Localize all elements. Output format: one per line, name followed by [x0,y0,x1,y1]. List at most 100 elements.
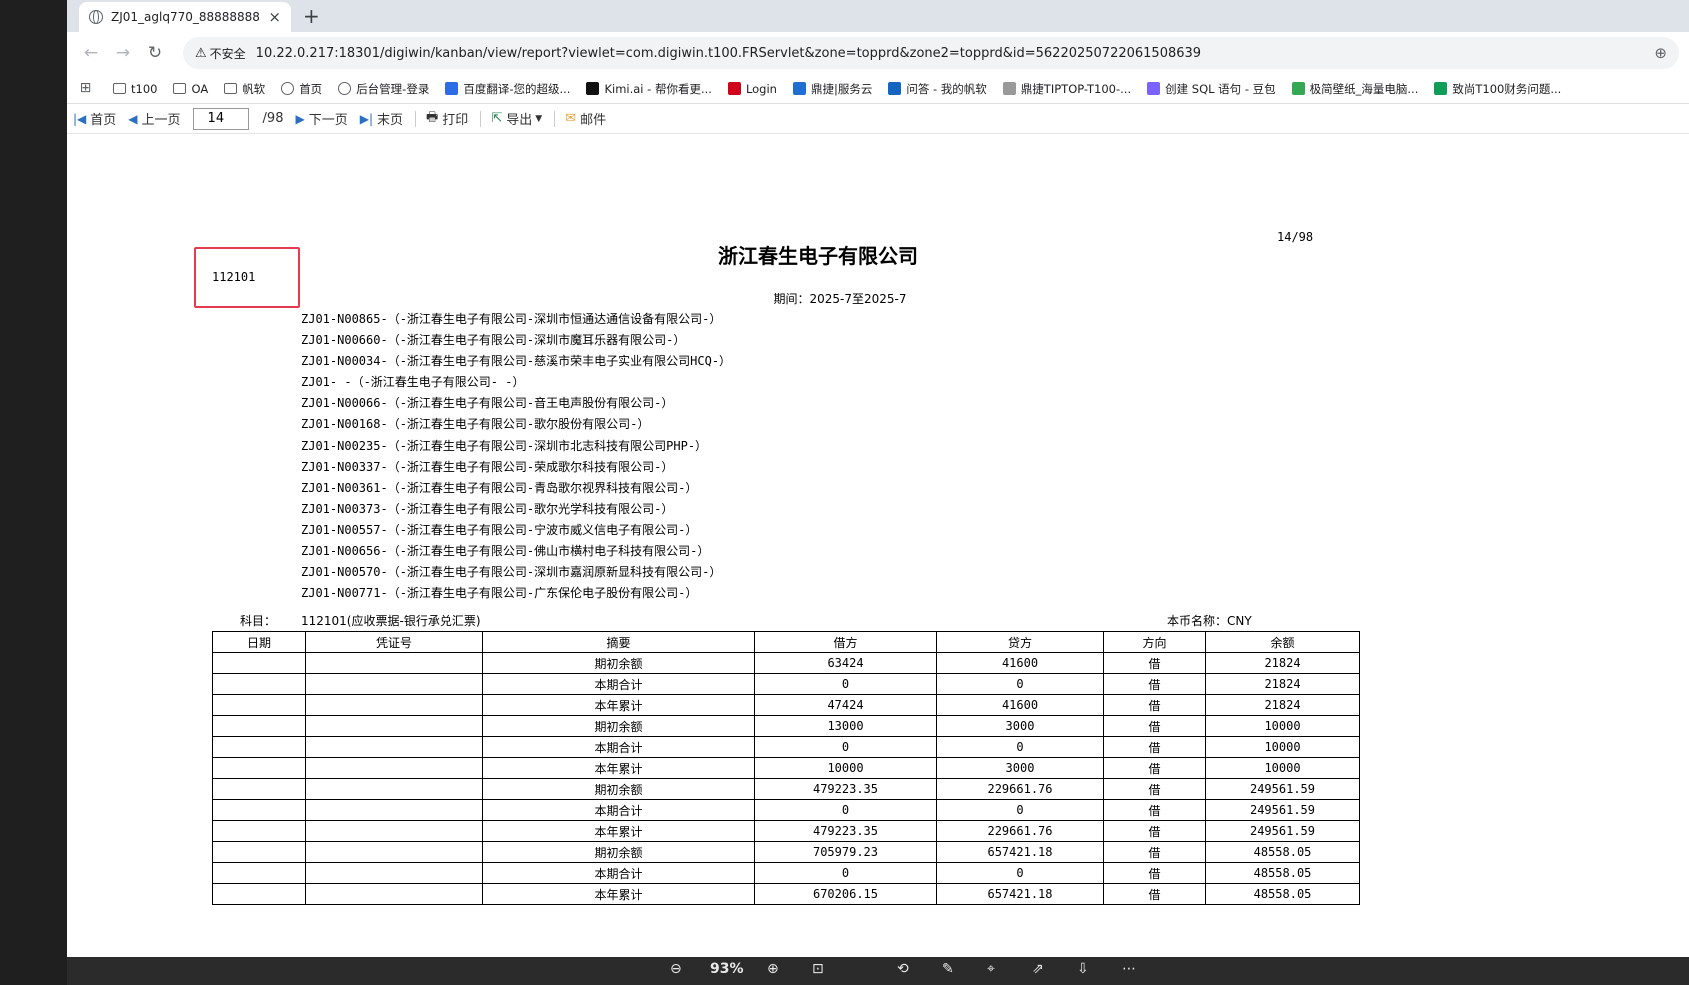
first-page-button[interactable]: |◀ 首页 [73,109,117,129]
table-cell: 本年累计 [482,820,755,842]
bookmark-item[interactable]: OA [173,82,208,96]
page-number-input[interactable] [192,107,249,130]
table-cell: 48558.05 [1205,883,1360,905]
fanruan-icon [888,82,902,95]
fit-page-icon[interactable]: ⊡ [812,961,824,977]
forward-button[interactable]: → [109,43,137,63]
chevron-down-icon: ▼ [535,113,543,124]
url-field[interactable]: ⚠ 不安全 10.22.0.217:18301/digiwin/kanban/v… [183,37,1679,69]
zoom-in-icon[interactable]: ⊕ [767,961,779,977]
column-header: 方向 [1103,631,1206,653]
table-cell: 21824 [1205,673,1360,695]
zoom-icon[interactable]: ⊕ [1654,44,1667,62]
new-tab-button[interactable]: + [303,4,320,28]
text-select-icon[interactable]: ⌖ [987,961,995,977]
more-icon[interactable]: ⋯ [1122,961,1136,977]
share-icon[interactable]: ⇗ [1032,961,1044,977]
table-cell [212,841,306,863]
last-page-button[interactable]: ▶| 末页 [360,109,403,129]
table-cell: 期初余额 [482,652,755,674]
vendor-line: ZJ01-N00034-（-浙江春生电子有限公司-慈溪市荣丰电子实业有限公司HC… [301,354,732,369]
tab-close-button[interactable]: × [268,8,281,26]
table-row: 本年累计 479223.35 229661.76 借 249561.59 [212,820,1360,842]
security-indicator[interactable]: ⚠ 不安全 [195,45,246,62]
bookmark-label: 百度翻译-您的超级... [463,81,571,96]
printer-icon: 🖶 [426,109,439,125]
table-cell: 657421.18 [936,841,1104,863]
globe-icon [338,82,352,95]
table-cell: 本期合计 [482,673,755,695]
bookmark-item[interactable]: 致尚T100财务问题... [1434,81,1561,97]
bookmark-item[interactable]: 问答 - 我的帆软 [888,81,987,97]
print-button[interactable]: 🖶 打印 [426,108,468,130]
table-cell: 借 [1103,757,1206,779]
table-cell: 借 [1103,862,1206,884]
table-cell: 48558.05 [1205,841,1360,863]
table-cell: 期初余额 [482,841,755,863]
bookmark-item[interactable]: 鼎捷TIPTOP-T100-... [1002,81,1131,97]
bookmark-item[interactable]: 帆软 [224,81,265,97]
table-cell [212,694,306,716]
currency-label: 本币名称：CNY [1167,614,1252,628]
table-cell: 249561.59 [1205,820,1360,842]
table-cell [305,694,483,716]
table-cell [305,841,483,863]
pen-icon[interactable]: ✎ [942,961,954,977]
table-cell [212,652,306,674]
table-cell: 10000 [1205,715,1360,737]
prev-page-button[interactable]: ◀ 上一页 [128,109,181,129]
folder-icon [173,83,187,94]
bookmark-item[interactable]: t100 [113,82,157,96]
print-label: 打印 [442,113,469,128]
bookmark-item[interactable]: Login [727,82,777,96]
bookmark-item[interactable]: 鼎捷|服务云 [792,81,872,97]
vendor-line: ZJ01-N00771-（-浙江春生电子有限公司-广东保伦电子股份有限公司-） [301,586,698,601]
table-cell [305,799,483,821]
bookmark-item[interactable]: Kimi.ai - 帮你看更... [586,81,712,97]
ledger-table: 日期 凭证号 摘要 借方 贷方 方向 余额 期初余额 63424 41600 借 21824 本期合计… [212,631,1360,905]
table-cell: 63424 [754,652,937,674]
table-cell [212,862,306,884]
prev-page-label: 上一页 [141,113,181,128]
back-button[interactable]: ← [77,43,105,63]
vendor-line: ZJ01-N00656-（-浙江春生电子有限公司-佛山市横村电子科技有限公司-） [301,544,710,559]
bookmark-label: t100 [131,81,158,96]
next-page-button[interactable]: ▶ 下一页 [295,109,347,129]
table-cell: 657421.18 [936,883,1104,905]
url-text: 10.22.0.217:18301/digiwin/kanban/view/re… [255,45,1202,61]
download-icon[interactable]: ⇩ [1077,961,1089,977]
export-button[interactable]: ⇱ 导出 ▼ [491,109,542,128]
table-cell: 3000 [936,757,1104,779]
column-header: 贷方 [936,631,1104,653]
first-page-label: 首页 [90,113,117,128]
column-header: 日期 [212,631,306,653]
bookmark-item[interactable]: 后台管理-登录 [338,81,429,97]
bookmark-label: 极简壁纸_海量电脑... [1309,81,1419,96]
reload-button[interactable]: ↻ [141,43,169,63]
bookmark-item[interactable]: 极简壁纸_海量电脑... [1291,81,1419,97]
zoom-out-icon[interactable]: ⊖ [670,961,682,977]
translate-icon [445,82,459,95]
table-cell: 借 [1103,715,1206,737]
period-label: 期间：2025-7至2025-7 [773,292,907,306]
bookmark-item[interactable]: ⊞ [79,81,97,95]
active-tab[interactable]: ZJ01_aglq770_88888888 × [79,2,291,32]
table-row: 期初余额 13000 3000 借 10000 [212,715,1360,737]
mail-icon: ✉ [565,111,577,126]
table-row: 本年累计 670206.15 657421.18 借 48558.05 [212,883,1360,905]
table-cell [212,883,306,905]
bookmark-item[interactable]: 创建 SQL 语句 - 豆包 [1147,81,1276,97]
vendor-line: ZJ01-N00373-（-浙江春生电子有限公司-歌尔光学科技有限公司-） [301,501,674,516]
sheet-icon [1434,82,1448,95]
mail-button[interactable]: ✉ 邮件 [565,109,606,128]
subject-label: 科目： [240,614,277,628]
column-header: 借方 [754,631,937,653]
rotate-icon[interactable]: ⟲ [897,961,909,977]
table-cell: 本期合计 [482,862,755,884]
table-cell [305,778,483,800]
bookmark-item[interactable]: 百度翻译-您的超级... [445,81,570,97]
table-cell: 705979.23 [754,841,937,863]
table-row: 本期合计 0 0 借 249561.59 [212,799,1360,821]
table-cell: 借 [1103,883,1206,905]
bookmark-item[interactable]: 首页 [281,81,322,97]
